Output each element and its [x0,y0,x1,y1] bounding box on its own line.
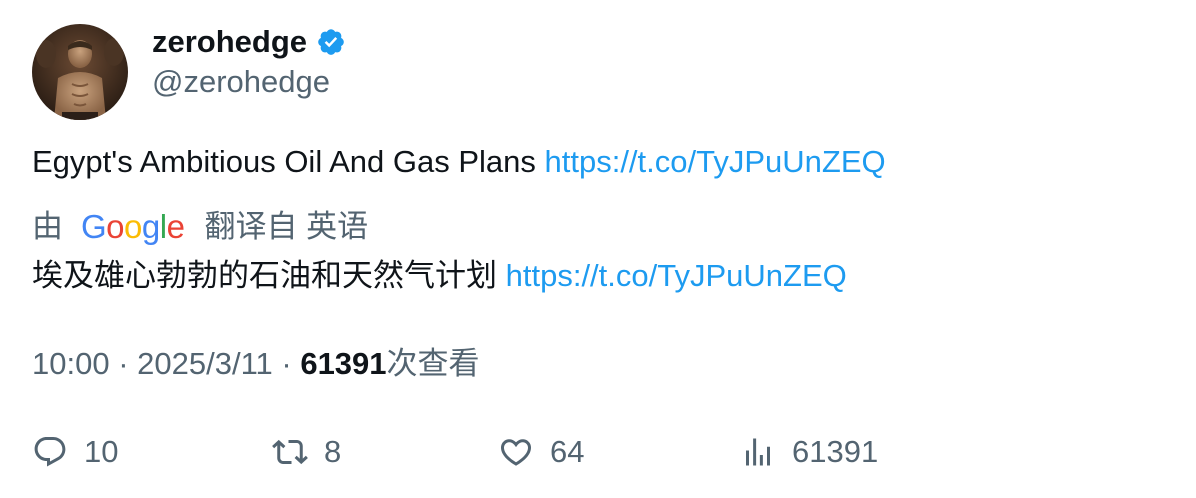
tweet-meta: 10:00 · 2025/3/11 · 61391次查看 [32,344,480,384]
translated-from-label: 翻译自 英语 [204,209,369,244]
views-stat-count: 61391 [792,434,879,469]
like-button[interactable]: 64 [498,430,584,474]
action-bar: 10 8 64 61391 [32,430,932,474]
reply-icon [34,437,66,467]
views-label: 次查看 [386,346,480,381]
retweet-button[interactable]: 8 [272,430,341,474]
views-button[interactable]: 61391 [740,430,878,474]
translated-body: 埃及雄心勃勃的石油和天然气计划 [32,258,506,293]
meta-separator: · [272,346,301,381]
user-handle[interactable]: @zerohedge [152,62,330,102]
display-name[interactable]: zerohedge [152,22,346,62]
views-icon [746,438,770,466]
translated-by-label: 由 [32,209,63,244]
tweet-text: Egypt's Ambitious Oil And Gas Plans http… [32,142,886,182]
like-count: 64 [550,434,585,469]
translated-link[interactable]: https://t.co/TyJPuUnZEQ [506,258,847,293]
retweet-count: 8 [324,434,342,469]
tweet-time[interactable]: 10:00 [32,346,110,381]
retweet-icon [272,439,308,465]
verified-badge-icon [318,29,344,55]
like-icon [500,439,532,466]
tweet-link[interactable]: https://t.co/TyJPuUnZEQ [545,144,886,179]
translated-text: 埃及雄心勃勃的石油和天然气计划 https://t.co/TyJPuUnZEQ [32,256,847,296]
avatar[interactable] [32,24,128,120]
translation-attribution[interactable]: 由 Google 翻译自 英语 [32,207,368,247]
reply-button[interactable]: 10 [32,430,118,474]
tweet-body: Egypt's Ambitious Oil And Gas Plans [32,144,545,179]
google-logo: Google [81,208,185,245]
display-name-text: zerohedge [152,24,308,59]
reply-count: 10 [84,434,119,469]
tweet-date[interactable]: 2025/3/11 [137,346,273,381]
views-count: 61391 [300,346,387,381]
meta-separator: · [109,346,138,381]
